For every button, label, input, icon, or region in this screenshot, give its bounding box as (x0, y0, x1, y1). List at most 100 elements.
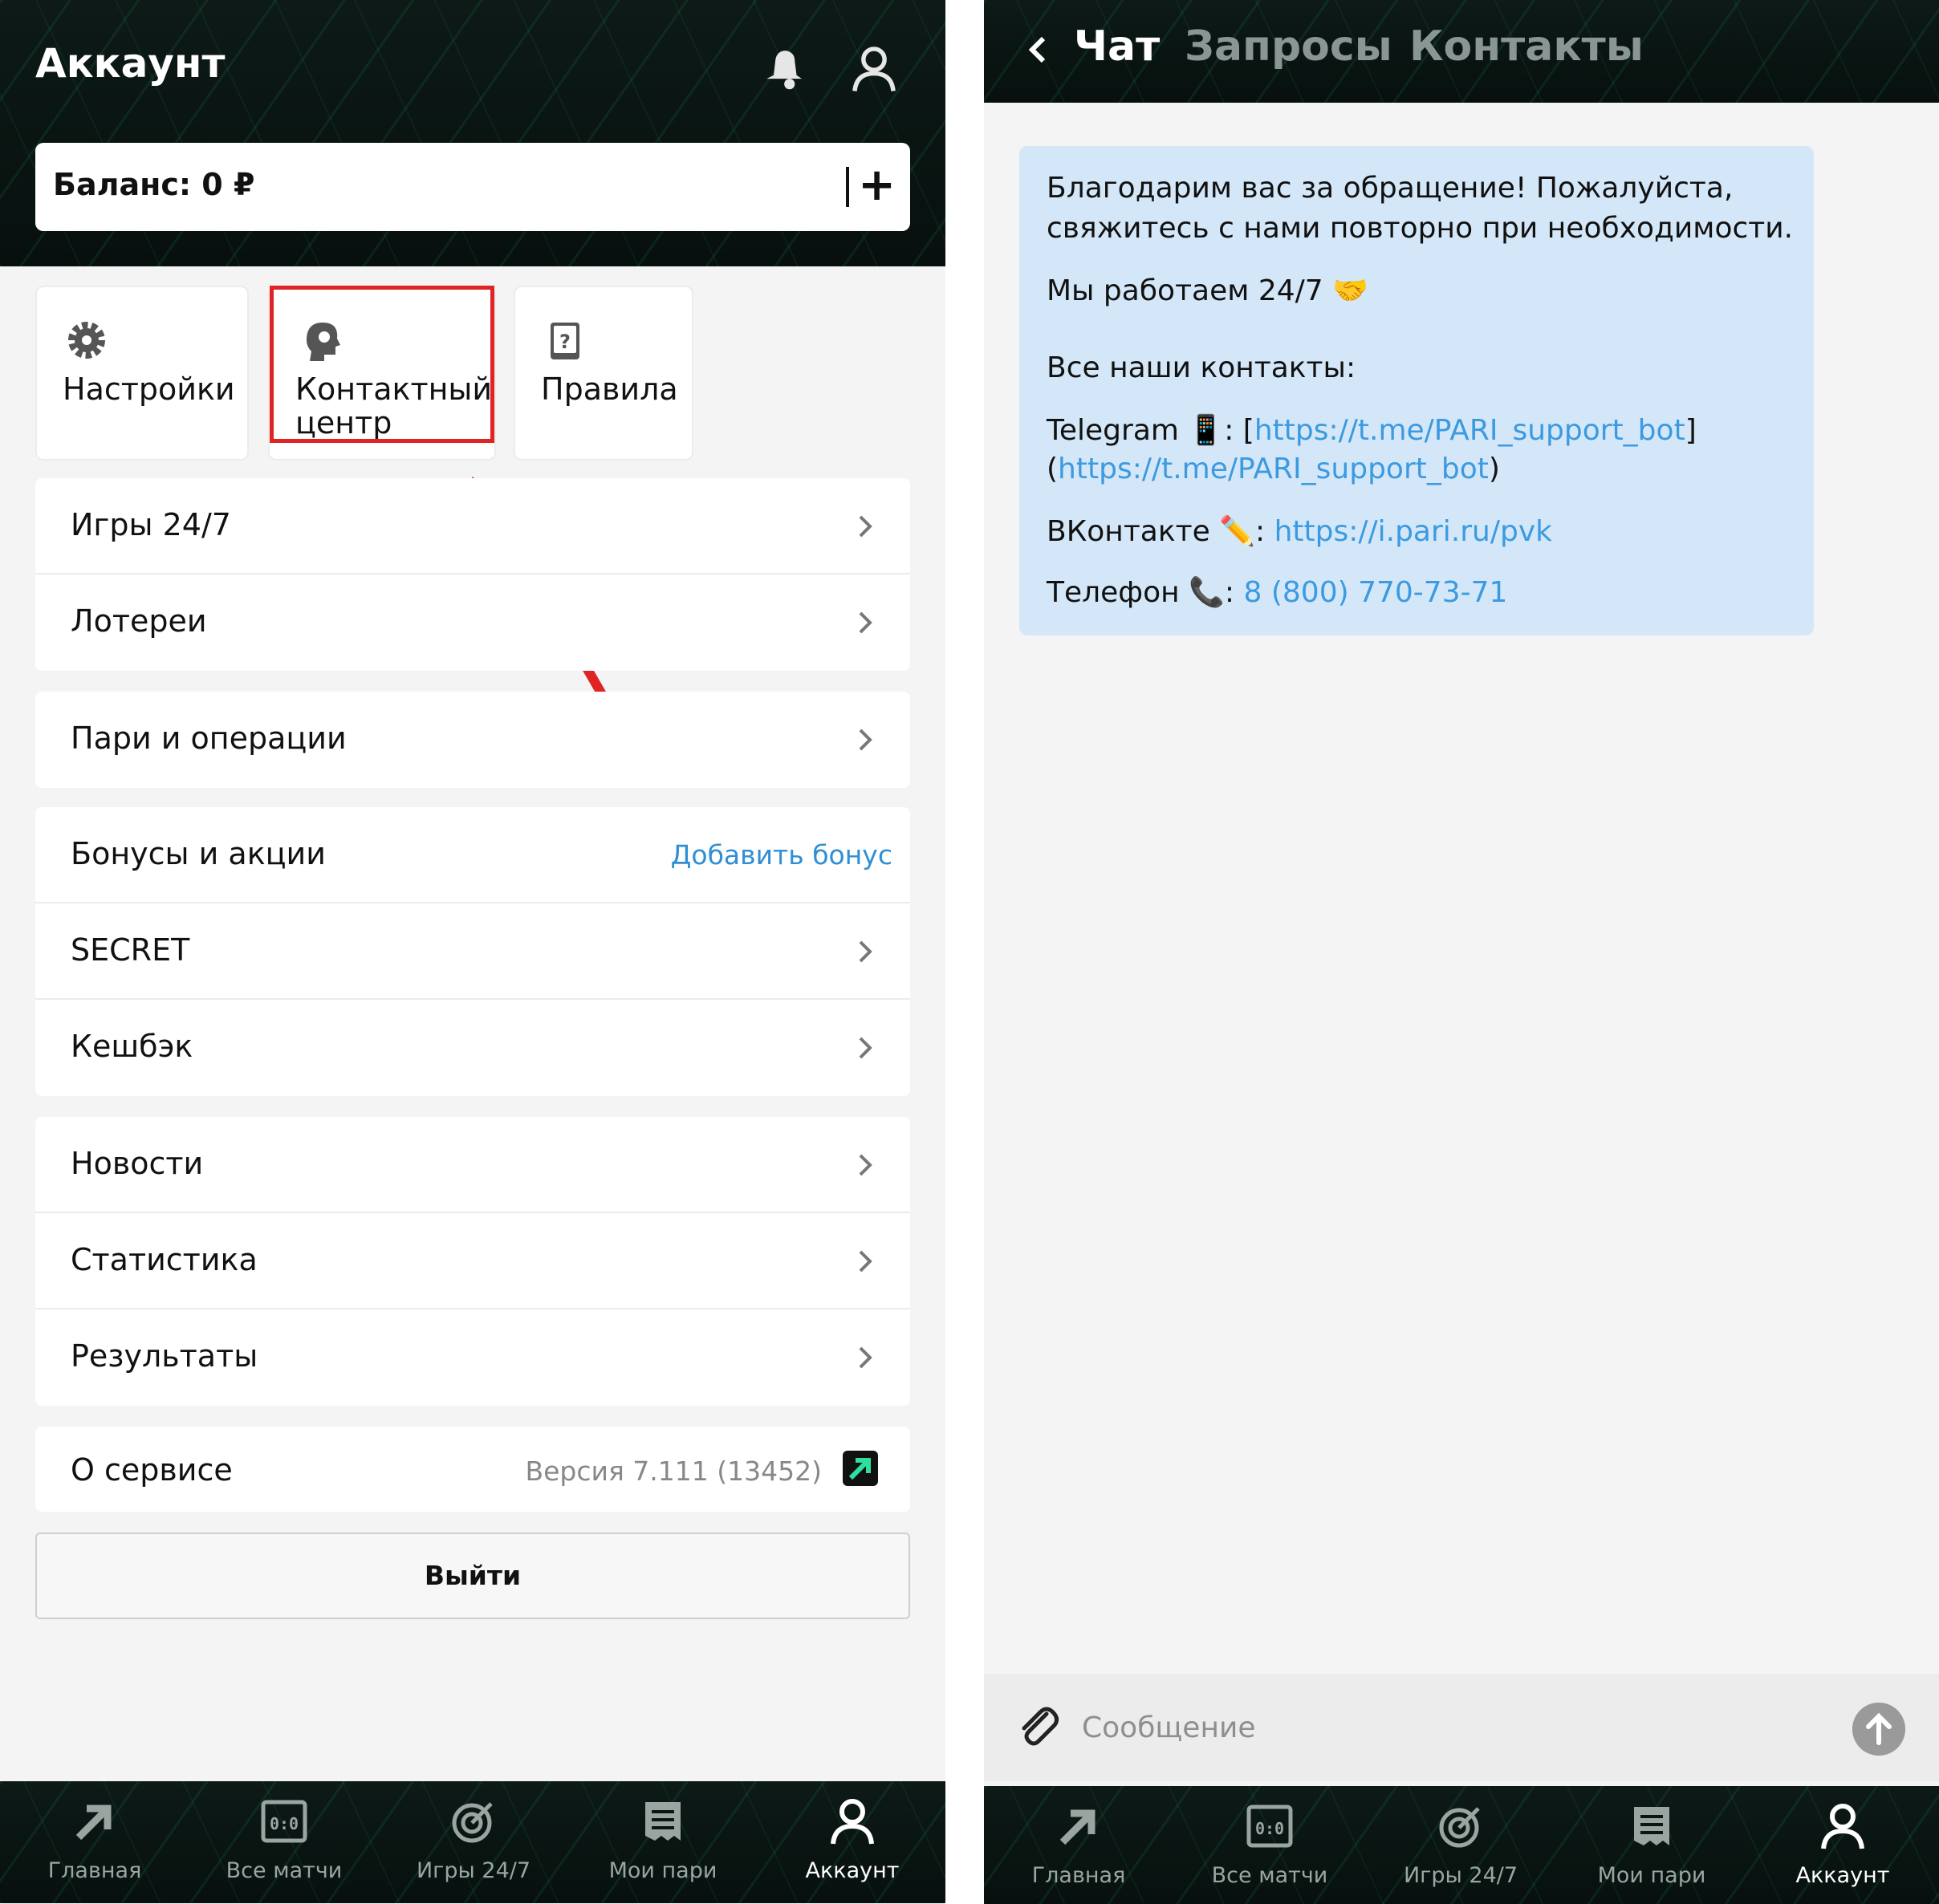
phone-link[interactable]: 8 (800) 770-73-71 (1244, 576, 1508, 609)
message-input[interactable] (1080, 1693, 1806, 1762)
telegram-line-2: (https://t.me/PARI_support_bot) (1047, 453, 1500, 485)
app-logo-icon (843, 1451, 878, 1486)
tab-label: Игры 24/7 (1403, 1863, 1518, 1888)
menu-item-label: Статистика (71, 1242, 258, 1277)
balance-label: Баланс: 0 ₽ (53, 167, 255, 202)
page-title: Аккаунт (35, 40, 226, 87)
tab-requests[interactable]: Запросы (1185, 22, 1392, 71)
receipt-icon (645, 1802, 681, 1841)
svg-text:?: ? (559, 331, 571, 353)
tab-label: Главная (1031, 1863, 1126, 1888)
message-line: Благодарим вас за обращение! Пожалуйста, (1047, 172, 1734, 205)
scoreboard-icon: 0:0 (1246, 1805, 1293, 1848)
menu-item-label: Пари и операции (71, 721, 347, 756)
tab-contacts[interactable]: Контакты (1409, 22, 1644, 71)
bottom-tab-bar: Главная 0:0 Все матчи Игры 24/7 Мои пари… (984, 1786, 1939, 1904)
menu-item-lotteries[interactable]: Лотереи (35, 574, 910, 671)
tab-all-matches[interactable]: 0:0 Все матчи (189, 1781, 379, 1903)
user-icon (1821, 1804, 1864, 1849)
account-screen: Аккаунт Баланс: 0 ₽ + Настройки Контактн… (0, 0, 945, 1904)
menu-item-label: Новости (71, 1146, 204, 1181)
tab-home[interactable]: Главная (0, 1781, 189, 1903)
target-icon (452, 1802, 493, 1843)
vk-line: ВКонтакте ✏️: https://i.pari.ru/pvk (1047, 515, 1552, 548)
bottom-tab-bar: Главная 0:0 Все матчи Игры 24/7 Мои пари… (0, 1781, 945, 1903)
menu-item-label: Результаты (71, 1338, 258, 1374)
logout-button[interactable]: Выйти (35, 1533, 910, 1619)
gear-icon (68, 322, 105, 359)
add-funds-button[interactable]: + (858, 157, 896, 213)
chevron-right-icon (859, 1154, 872, 1176)
chevron-right-icon (859, 515, 872, 538)
menu-group: О сервисе Версия 7.111 (13452) (35, 1427, 910, 1512)
tab-label: Все матчи (1211, 1863, 1328, 1888)
vk-link[interactable]: https://i.pari.ru/pvk (1274, 515, 1552, 548)
back-chevron-icon[interactable] (1026, 32, 1050, 67)
tab-chat[interactable]: Чат (1074, 22, 1160, 71)
telephone-emoji: 📞 (1189, 576, 1225, 609)
target-icon (1439, 1807, 1480, 1848)
menu-item-bets-operations[interactable]: Пари и операции (35, 692, 910, 788)
menu-item-statistics[interactable]: Статистика (35, 1213, 910, 1309)
user-icon[interactable] (846, 40, 902, 96)
message-line: свяжитесь с нами повторно при необходимо… (1047, 212, 1794, 245)
tab-label: Игры 24/7 (416, 1858, 531, 1883)
balance-divider (846, 167, 849, 207)
tab-label: Все матчи (226, 1858, 343, 1883)
send-arrow-icon[interactable] (1852, 1703, 1905, 1756)
hours-text: Мы работаем 24/7 (1047, 274, 1323, 307)
add-bonus-link[interactable]: Добавить бонус (671, 839, 892, 871)
tile-settings[interactable]: Настройки (35, 286, 249, 461)
scoreboard-icon: 0:0 (261, 1800, 307, 1843)
menu-group: Игры 24/7 Лотереи (35, 478, 910, 671)
tab-all-matches[interactable]: 0:0 Все матчи (1175, 1786, 1364, 1904)
tile-rules[interactable]: ? Правила (514, 286, 693, 461)
telegram-label: Telegram (1047, 414, 1179, 447)
tab-games[interactable]: Игры 24/7 (379, 1781, 568, 1903)
chevron-right-icon (859, 729, 872, 751)
tab-label: Главная (47, 1858, 142, 1883)
telegram-line: Telegram 📱: [https://t.me/PARI_support_b… (1047, 414, 1697, 447)
menu-item-bonuses[interactable]: Бонусы и акции Добавить бонус (35, 807, 910, 903)
vk-label: ВКонтакте (1047, 515, 1210, 548)
chevron-right-icon (859, 1037, 872, 1059)
menu-item-cashback[interactable]: Кешбэк (35, 1000, 910, 1096)
telegram-link-2[interactable]: https://t.me/PARI_support_bot (1058, 453, 1489, 485)
menu-item-label: О сервисе (71, 1452, 233, 1488)
arrow-icon (1059, 1809, 1096, 1845)
telegram-link[interactable]: https://t.me/PARI_support_bot (1254, 414, 1685, 447)
menu-item-games[interactable]: Игры 24/7 (35, 478, 910, 574)
tab-account[interactable]: Аккаунт (758, 1781, 945, 1903)
chat-header: Чат Запросы Контакты (984, 0, 1939, 103)
menu-item-secret[interactable]: SECRET (35, 903, 910, 1000)
phone-label: Телефон (1047, 576, 1180, 609)
arrow-icon (75, 1805, 112, 1841)
tab-home[interactable]: Главная (984, 1786, 1173, 1904)
tab-label: Аккаунт (805, 1858, 900, 1883)
tab-label: Аккаунт (1795, 1863, 1890, 1888)
menu-item-results[interactable]: Результаты (35, 1309, 910, 1406)
support-message: Благодарим вас за обращение! Пожалуйста,… (1019, 146, 1814, 635)
chevron-right-icon (859, 1250, 872, 1273)
account-header: Аккаунт Баланс: 0 ₽ + (0, 0, 945, 266)
tab-my-bets[interactable]: Мои пари (568, 1781, 758, 1903)
tab-account[interactable]: Аккаунт (1748, 1786, 1937, 1904)
message-composer (984, 1674, 1939, 1781)
menu-item-about[interactable]: О сервисе Версия 7.111 (13452) (35, 1427, 910, 1512)
paperclip-icon[interactable] (1014, 1703, 1061, 1749)
tab-games[interactable]: Игры 24/7 (1366, 1786, 1555, 1904)
phone-emoji: 📱 (1188, 414, 1225, 447)
menu-group: Пари и операции (35, 692, 910, 788)
message-hours: Мы работаем 24/7 🤝 (1047, 271, 1368, 311)
tab-label: Мои пари (1597, 1863, 1706, 1888)
menu-item-news[interactable]: Новости (35, 1117, 910, 1213)
menu-item-label: Лотереи (71, 603, 207, 639)
menu-item-label: Бонусы и акции (71, 836, 326, 871)
tab-my-bets[interactable]: Мои пари (1557, 1786, 1746, 1904)
rules-book-icon: ? (551, 323, 579, 359)
balance-bar[interactable]: Баланс: 0 ₽ + (35, 143, 910, 231)
svg-text:0:0: 0:0 (270, 1814, 299, 1833)
phone-line: Телефон 📞: 8 (800) 770-73-71 (1047, 576, 1508, 609)
bell-icon[interactable] (754, 40, 811, 96)
contacts-title: Все наши контакты: (1047, 351, 1356, 384)
